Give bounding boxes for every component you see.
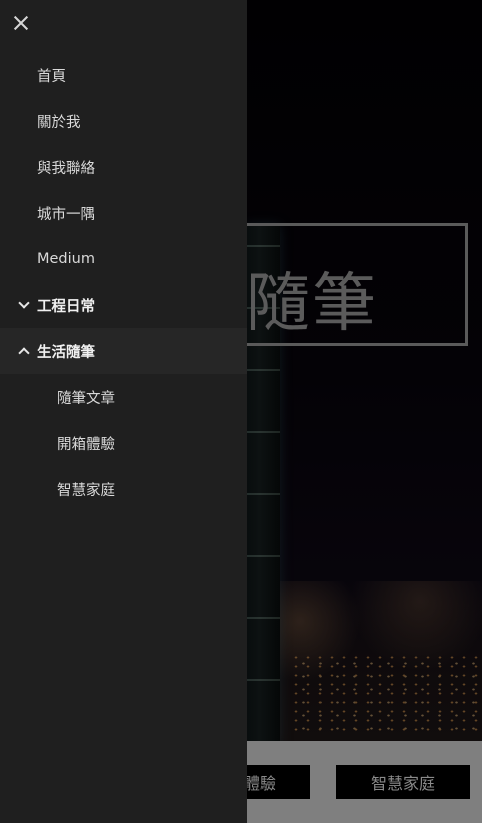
nav-subitem-essays[interactable]: 隨筆文章 xyxy=(0,374,247,420)
nav-item-label: 隨筆文章 xyxy=(57,390,115,407)
nav-item-label: 與我聯絡 xyxy=(37,160,95,177)
nav-item-label: 智慧家庭 xyxy=(57,482,115,499)
nav-item-label: 工程日常 xyxy=(37,298,95,315)
nav-item-home[interactable]: 首頁 xyxy=(0,52,247,98)
nav-subitem-unboxing[interactable]: 開箱體驗 xyxy=(0,420,247,466)
category-button-smart-home[interactable]: 智慧家庭 xyxy=(336,765,470,799)
nav-item-label: 城市一隅 xyxy=(37,206,95,223)
close-icon[interactable] xyxy=(10,12,32,34)
nav-subitem-smart-home[interactable]: 智慧家庭 xyxy=(0,466,247,512)
nav-drawer: 首頁 關於我 與我聯絡 城市一隅 Medium 工程日常 生活隨筆 隨筆文章 開… xyxy=(0,0,247,823)
nav-item-about[interactable]: 關於我 xyxy=(0,98,247,144)
chevron-up-icon xyxy=(18,347,30,359)
nav-item-medium[interactable]: Medium xyxy=(0,236,247,282)
nav-menu: 首頁 關於我 與我聯絡 城市一隅 Medium 工程日常 生活隨筆 隨筆文章 開… xyxy=(0,52,247,512)
nav-item-contact[interactable]: 與我聯絡 xyxy=(0,144,247,190)
nav-item-engineering[interactable]: 工程日常 xyxy=(0,282,247,328)
nav-item-label: 開箱體驗 xyxy=(57,436,115,453)
chevron-down-icon xyxy=(18,297,30,309)
nav-item-label: Medium xyxy=(37,251,95,267)
nav-item-life-notes[interactable]: 生活隨筆 xyxy=(0,328,247,374)
nav-item-city-corner[interactable]: 城市一隅 xyxy=(0,190,247,236)
nav-item-label: 首頁 xyxy=(37,68,66,85)
nav-item-label: 生活隨筆 xyxy=(37,344,95,361)
nav-item-label: 關於我 xyxy=(37,114,81,131)
